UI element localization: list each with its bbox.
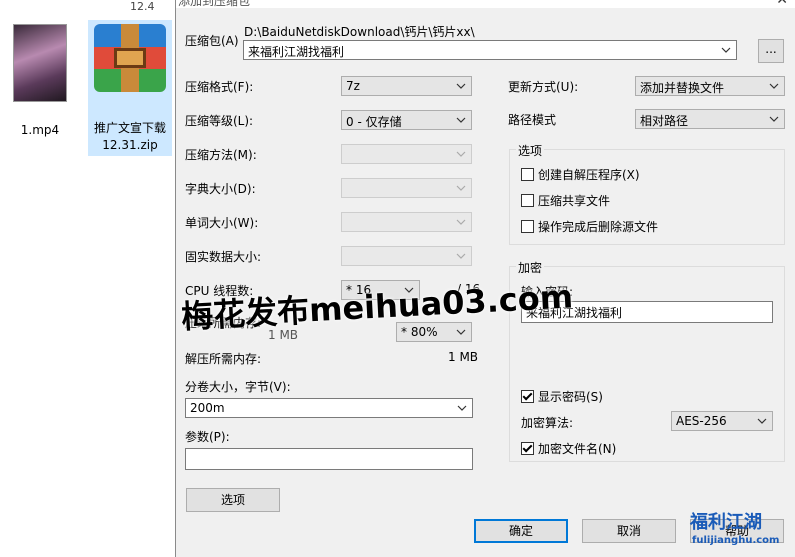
- enc-method-value: AES-256: [676, 414, 727, 428]
- dialog-title: 添加到压缩包: [178, 0, 251, 8]
- column-fragment: 12.4: [130, 0, 155, 13]
- archive-label: 压缩包(A): [185, 34, 239, 48]
- chevron-down-icon: [769, 116, 779, 122]
- file-explorer-pane: 12.4 1.mp4 推广文宣下载 12.31.zip: [0, 0, 175, 557]
- show-password-label: 显示密码(S): [538, 390, 603, 404]
- show-password-checkbox[interactable]: 显示密码(S): [521, 388, 603, 405]
- file-name-line2: 12.31.zip: [102, 138, 158, 152]
- level-label: 压缩等级(L):: [185, 114, 254, 128]
- update-value: 添加并替换文件: [640, 81, 725, 95]
- update-select[interactable]: 添加并替换文件: [635, 76, 785, 96]
- enc-method-select[interactable]: AES-256: [671, 411, 773, 431]
- path-select[interactable]: 相对路径: [635, 109, 785, 129]
- params-input[interactable]: [185, 448, 473, 470]
- file-name: 推广文宣下载: [93, 121, 166, 135]
- mem-decompress-label: 解压所需内存:: [185, 352, 262, 366]
- mem-percent-value: * 80%: [401, 325, 438, 339]
- chevron-down-icon: [457, 405, 467, 411]
- chevron-down-icon: [456, 219, 466, 225]
- sfx-checkbox[interactable]: 创建自解压程序(X): [521, 166, 640, 183]
- chevron-down-icon: [721, 47, 731, 53]
- dict-select[interactable]: [341, 178, 472, 198]
- checkbox-box: [521, 168, 534, 181]
- solid-label: 固实数据大小:: [185, 250, 262, 264]
- options-button[interactable]: 选项: [186, 488, 280, 512]
- brand-logo-text: 福利江湖: [690, 512, 762, 533]
- word-select[interactable]: [341, 212, 472, 232]
- file-name: 1.mp4: [20, 123, 60, 137]
- brand-url: fulijianghu.com: [692, 535, 780, 546]
- checkbox-box: [521, 442, 534, 455]
- chevron-down-icon: [456, 185, 466, 191]
- checkbox-box: [521, 194, 534, 207]
- checkbox-box: [521, 220, 534, 233]
- shared-label: 压缩共享文件: [538, 194, 611, 208]
- chevron-down-icon: [757, 418, 767, 424]
- checkbox-box: [521, 390, 534, 403]
- path-value: 相对路径: [640, 114, 689, 128]
- enc-method-label: 加密算法:: [521, 416, 574, 430]
- ok-button[interactable]: 确定: [474, 519, 568, 543]
- close-icon[interactable]: ✕: [776, 0, 788, 8]
- brand-watermark: 福利江湖 fulijianghu.com: [690, 508, 792, 554]
- method-label: 压缩方法(M):: [185, 148, 257, 162]
- dict-label: 字典大小(D):: [185, 182, 256, 196]
- format-value: 7z: [346, 79, 360, 93]
- format-label: 压缩格式(F):: [185, 80, 254, 94]
- path-label: 路径模式: [508, 113, 557, 127]
- options-group-title: 选项: [516, 142, 545, 159]
- word-label: 单词大小(W):: [185, 216, 259, 230]
- mem-decompress-value: 1 MB: [448, 350, 479, 364]
- archive-name: 来福利江湖找福利: [248, 45, 345, 59]
- method-select[interactable]: [341, 144, 472, 164]
- split-label: 分卷大小，字节(V):: [185, 380, 291, 394]
- delete-label: 操作完成后删除源文件: [538, 220, 659, 234]
- video-thumbnail: [13, 24, 67, 102]
- chevron-down-icon: [456, 83, 466, 89]
- chevron-down-icon: [456, 117, 466, 123]
- format-select[interactable]: 7z: [341, 76, 472, 96]
- title-bar: 添加到压缩包 ✕: [176, 0, 795, 8]
- split-value: 200m: [190, 401, 225, 415]
- file-item-zip[interactable]: 推广文宣下载 12.31.zip: [88, 20, 172, 156]
- params-label: 参数(P):: [185, 430, 230, 444]
- chevron-down-icon: [769, 83, 779, 89]
- split-select[interactable]: 200m: [185, 398, 473, 418]
- update-label: 更新方式(U):: [508, 80, 579, 94]
- level-select[interactable]: 0 - 仅存储: [341, 110, 472, 130]
- delete-checkbox[interactable]: 操作完成后删除源文件: [521, 218, 658, 235]
- chevron-down-icon: [456, 329, 466, 335]
- browse-button[interactable]: ...: [758, 39, 784, 63]
- archive-name-combo[interactable]: 来福利江湖找福利: [243, 40, 737, 60]
- archive-icon: [94, 24, 166, 92]
- encrypt-names-label: 加密文件名(N): [538, 442, 617, 456]
- shared-checkbox[interactable]: 压缩共享文件: [521, 192, 610, 209]
- chevron-down-icon: [456, 253, 466, 259]
- solid-select[interactable]: [341, 246, 472, 266]
- encrypt-names-checkbox[interactable]: 加密文件名(N): [521, 440, 616, 457]
- archive-path: D:\BaiduNetdiskDownload\钙片\钙片xx\: [244, 25, 475, 39]
- cancel-button[interactable]: 取消: [582, 519, 676, 543]
- level-value: 0 - 仅存储: [346, 115, 402, 129]
- chevron-down-icon: [456, 151, 466, 157]
- sfx-label: 创建自解压程序(X): [538, 168, 640, 182]
- file-item-mp4[interactable]: 1.mp4: [0, 20, 80, 139]
